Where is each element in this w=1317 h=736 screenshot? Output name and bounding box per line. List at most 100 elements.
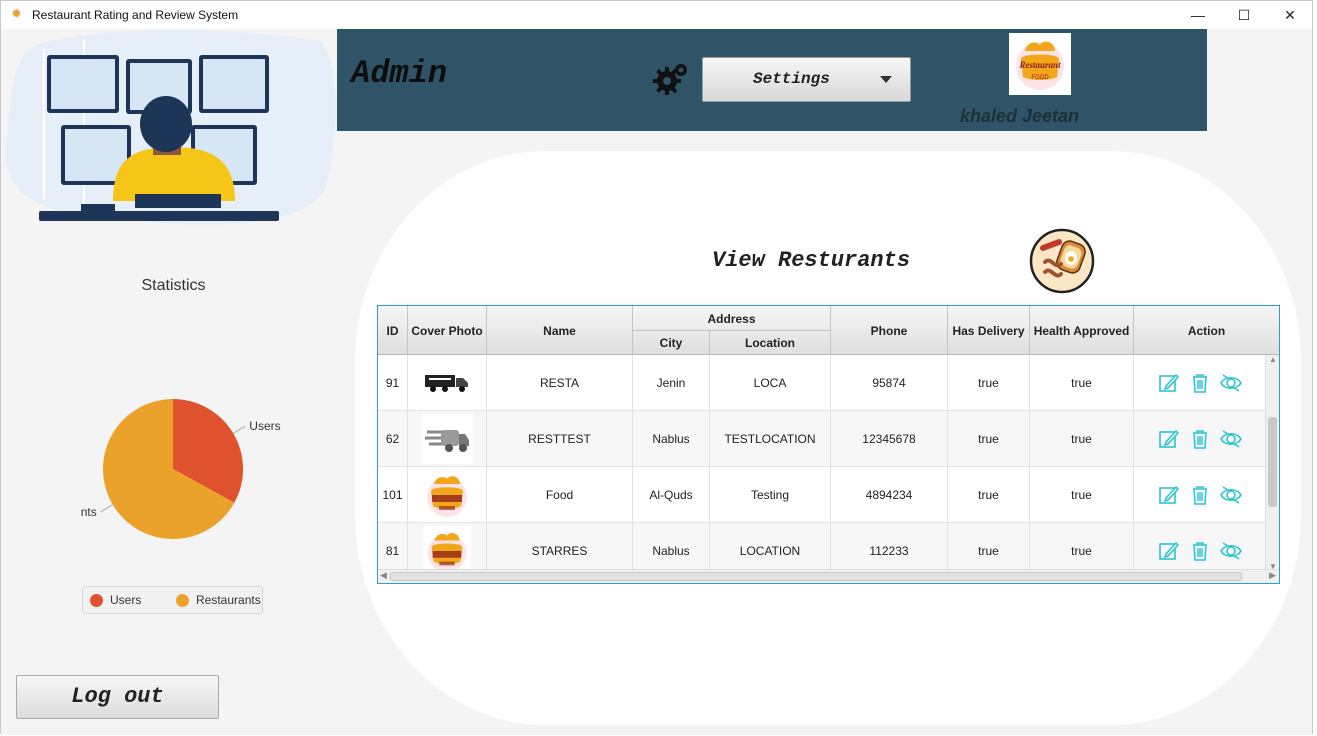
legend-swatch-restaurants — [176, 593, 189, 607]
col-address[interactable]: Address — [633, 306, 831, 331]
col-id[interactable]: ID — [378, 306, 408, 355]
admin-illustration — [6, 29, 336, 225]
cell-location: LOCATION — [710, 523, 831, 571]
scroll-left-icon[interactable]: ◀ — [380, 570, 387, 581]
edit-icon[interactable] — [1158, 428, 1180, 450]
cell-cover-photo — [408, 467, 487, 523]
cell-actions — [1134, 467, 1265, 523]
cell-has-delivery: true — [948, 467, 1030, 523]
legend-label-restaurants: Restaurants — [196, 593, 261, 607]
cell-id: 62 — [378, 411, 408, 467]
gears-icon — [653, 64, 687, 95]
cell-location: LOCA — [710, 355, 831, 411]
table-row[interactable]: 91 RESTA Jenin LOCA 95874 true true — [378, 355, 1265, 411]
truck-icon — [425, 375, 468, 392]
cell-cover-photo — [408, 411, 487, 467]
vertical-scrollbar[interactable]: ▲ ▼ — [1265, 355, 1279, 571]
cell-has-delivery: true — [948, 355, 1030, 411]
col-phone[interactable]: Phone — [831, 306, 948, 355]
view-icon[interactable] — [1219, 484, 1242, 506]
cell-cover-photo — [408, 355, 487, 411]
restaurant-logo — [423, 527, 471, 571]
cell-name: RESTTEST — [487, 411, 633, 467]
settings-dropdown[interactable]: Settings — [702, 57, 911, 102]
close-button[interactable]: ✕ — [1267, 1, 1313, 29]
cell-health-approved: true — [1030, 411, 1134, 467]
col-action[interactable]: Action — [1134, 306, 1279, 355]
restaurant-logo: Restaurant FOOD — [1009, 33, 1071, 95]
legend-label-users: Users — [110, 593, 142, 607]
cell-id: 91 — [378, 355, 408, 411]
col-health-approved[interactable]: Health Approved — [1030, 306, 1134, 355]
col-name[interactable]: Name — [487, 306, 633, 355]
pie-label-line-restaurants — [100, 504, 114, 513]
cell-city: Jenin — [633, 355, 710, 411]
horizontal-scrollbar[interactable]: ◀ ▶ — [378, 569, 1279, 583]
cell-name: RESTA — [487, 355, 633, 411]
cell-name: STARRES — [487, 523, 633, 571]
minimize-button[interactable]: — — [1175, 1, 1221, 29]
cell-actions — [1134, 411, 1265, 467]
page-title: View Resturants — [712, 248, 911, 273]
cell-phone: 4894234 — [831, 467, 948, 523]
legend-item-users: Users — [90, 593, 141, 607]
cell-name: Food — [487, 467, 633, 523]
cell-actions — [1134, 355, 1265, 411]
cell-id: 101 — [378, 467, 408, 523]
app-window: ✹ Restaurant Rating and Review System — … — [0, 0, 1313, 735]
vertical-scroll-thumb[interactable] — [1268, 417, 1277, 507]
chart-legend: Users Restaurants — [82, 586, 263, 614]
cell-location: Testing — [710, 467, 831, 523]
maximize-button[interactable]: ☐ — [1221, 1, 1267, 29]
table-row[interactable]: 101 Food Al-Quds Testing 4894234 true tr… — [378, 467, 1265, 523]
horizontal-scroll-thumb[interactable] — [390, 572, 1242, 581]
col-cover-photo[interactable]: Cover Photo — [408, 306, 487, 355]
edit-icon[interactable] — [1158, 372, 1180, 394]
header-bar: Admin Settings Restaurant FOOD khaled Je… — [337, 29, 1207, 131]
pie-slices — [103, 399, 243, 539]
cell-health-approved: true — [1030, 355, 1134, 411]
cell-phone: 12345678 — [831, 411, 948, 467]
cell-id: 81 — [378, 523, 408, 571]
table-row[interactable]: 81 STARRES Nablus LOCATION 112233 true t… — [378, 523, 1265, 571]
col-has-delivery[interactable]: Has Delivery — [948, 306, 1030, 355]
pie-label-restaurants: Restaurants — [81, 505, 97, 519]
cell-health-approved: true — [1030, 467, 1134, 523]
title-bar: ✹ Restaurant Rating and Review System — … — [1, 1, 1312, 29]
col-location[interactable]: Location — [710, 330, 831, 355]
logout-button[interactable]: Log out — [16, 675, 219, 719]
cell-city: Al-Quds — [633, 467, 710, 523]
pie-label-line-users — [232, 425, 246, 434]
legend-item-restaurants: Restaurants — [176, 593, 261, 607]
app-icon: ✹ — [11, 6, 22, 21]
view-icon[interactable] — [1219, 540, 1242, 562]
table-row[interactable]: 62 RESTTEST Nablus TESTLOCATION 12345678… — [378, 411, 1265, 467]
delete-icon[interactable] — [1189, 428, 1211, 450]
restaurant-logo — [422, 470, 472, 520]
view-icon[interactable] — [1219, 372, 1242, 394]
cell-has-delivery: true — [948, 523, 1030, 571]
col-city[interactable]: City — [633, 330, 710, 355]
cell-health-approved: true — [1030, 523, 1134, 571]
table-body: 91 RESTA Jenin LOCA 95874 true true 62 R… — [378, 355, 1265, 571]
edit-icon[interactable] — [1158, 484, 1180, 506]
scroll-right-icon[interactable]: ▶ — [1269, 570, 1276, 581]
table-header: ID Cover Photo Name Address City Locatio… — [378, 306, 1279, 355]
scroll-up-icon[interactable]: ▲ — [1269, 355, 1277, 364]
statistics-pie-chart: Users Restaurants — [81, 399, 281, 539]
cell-location: TESTLOCATION — [710, 411, 831, 467]
cell-phone: 112233 — [831, 523, 948, 571]
view-icon[interactable] — [1219, 428, 1242, 450]
delete-icon[interactable] — [1189, 484, 1211, 506]
cell-actions — [1134, 523, 1265, 571]
cell-city: Nablus — [633, 523, 710, 571]
cell-phone: 95874 — [831, 355, 948, 411]
edit-icon[interactable] — [1158, 540, 1180, 562]
settings-label: Settings — [753, 70, 830, 88]
delete-icon[interactable] — [1189, 372, 1211, 394]
delete-icon[interactable] — [1189, 540, 1211, 562]
restaurants-table: ID Cover Photo Name Address City Locatio… — [377, 305, 1280, 584]
chevron-down-icon — [880, 76, 892, 83]
breakfast-icon — [1029, 228, 1095, 294]
cell-has-delivery: true — [948, 411, 1030, 467]
